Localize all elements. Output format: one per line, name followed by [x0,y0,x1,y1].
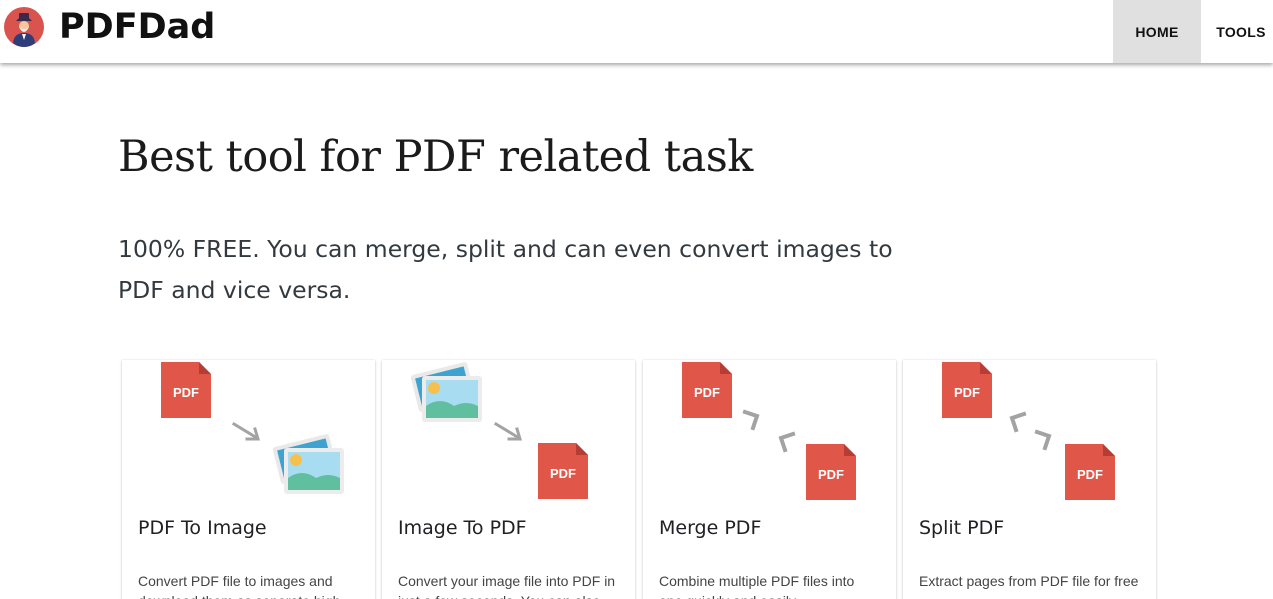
pdf-file-icon: PDF [538,443,588,499]
card-title: Image To PDF [398,517,527,539]
top-navbar: PDFDad HOME TOOLS [0,0,1273,63]
card-illustration: PDF PDF [682,362,856,500]
card-description: Convert PDF file to images and download … [138,573,340,599]
svg-text:PDF: PDF [550,466,576,481]
card-description: Convert your image file into PDF in just… [398,573,616,599]
pdf-file-icon: PDF [161,362,211,418]
svg-text:PDF: PDF [1077,467,1103,482]
pdf-file-icon: PDF [806,444,856,500]
card-illustration: PDF [410,362,588,499]
page-subtitle: 100% FREE. You can merge, split and can … [118,235,893,304]
card-illustration: PDF [161,362,344,494]
svg-text:PDF: PDF [818,467,844,482]
card-image-to-pdf[interactable]: PDF Image To PDF Convert your image file… [382,360,635,599]
pdf-file-icon: PDF [682,362,732,418]
arrow-icon [231,421,261,441]
page-title: Best tool for PDF related task [118,132,753,182]
card-illustration: PDF PDF [942,362,1115,500]
svg-text:PDF: PDF [173,385,199,400]
card-description: Combine multiple PDF files into one quic… [659,573,855,599]
svg-text:PDF: PDF [694,385,720,400]
split-arrows-icon [1009,411,1052,451]
card-description: Extract pages from PDF file for free [919,573,1139,589]
main-nav: HOME TOOLS [1113,0,1273,63]
card-title: Merge PDF [659,517,762,539]
merge-arrows-icon [742,409,796,453]
image-icon [272,434,344,494]
pdf-file-icon: PDF [942,362,992,418]
card-title: Split PDF [919,517,1005,539]
nav-home[interactable]: HOME [1113,0,1201,63]
nav-tools[interactable]: TOOLS [1201,0,1273,63]
brand-link[interactable]: PDFDad [4,5,215,49]
svg-text:PDF: PDF [954,385,980,400]
card-merge-pdf[interactable]: PDF PDF Merge PDF Combine multiple PDF f… [643,360,896,599]
pdf-file-icon: PDF [1065,444,1115,500]
card-split-pdf[interactable]: PDF PDF Split PDF Extract pages from PDF… [903,360,1156,599]
image-icon [410,362,482,422]
brand-name: PDFDad [59,7,216,47]
card-title: PDF To Image [138,517,267,539]
card-pdf-to-image[interactable]: PDF PDF To Image Convert PDF file to ima… [122,360,375,599]
wizard-avatar-icon [4,7,44,47]
arrow-icon [493,421,523,441]
